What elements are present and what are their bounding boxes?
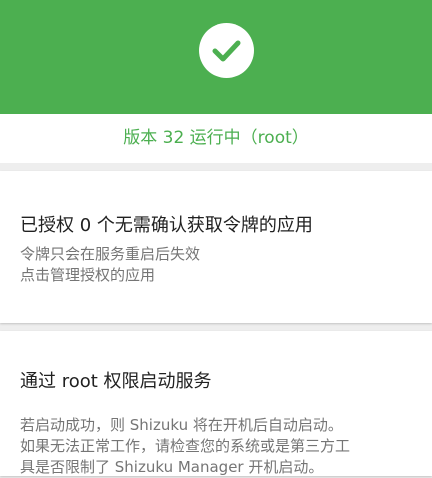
authorized-apps-title: 已授权 0 个无需确认获取令牌的应用 — [20, 215, 313, 236]
authorized-apps-line: 令牌只会在服务重启后失效 — [20, 245, 201, 263]
status-card: 版本 32 运行中（root） — [0, 0, 432, 163]
check-icon — [212, 40, 241, 62]
root-start-title: 通过 root 权限启动服务 — [20, 371, 212, 392]
status-check-badge — [199, 23, 254, 78]
authorized-apps-description: 令牌只会在服务重启后失效 点击管理授权的应用 — [20, 244, 200, 286]
root-start-card[interactable]: 通过 root 权限启动服务 若启动成功，则 Shizuku 将在开机后自动启动… — [0, 331, 432, 476]
authorized-apps-card[interactable]: 已授权 0 个无需确认获取令牌的应用 令牌只会在服务重启后失效 点击管理授权的应… — [0, 171, 432, 323]
status-header — [0, 0, 432, 114]
root-start-line: 具是否限制了 Shizuku Manager 开机启动。 — [20, 458, 324, 476]
authorized-apps-line: 点击管理授权的应用 — [20, 266, 156, 284]
root-start-line: 若启动成功，则 Shizuku 将在开机后自动启动。 — [20, 416, 343, 434]
service-status-text: 版本 32 运行中（root） — [123, 128, 309, 148]
root-start-line: 如果无法正常工作，请检查您的系统或是第三方工 — [20, 437, 351, 455]
